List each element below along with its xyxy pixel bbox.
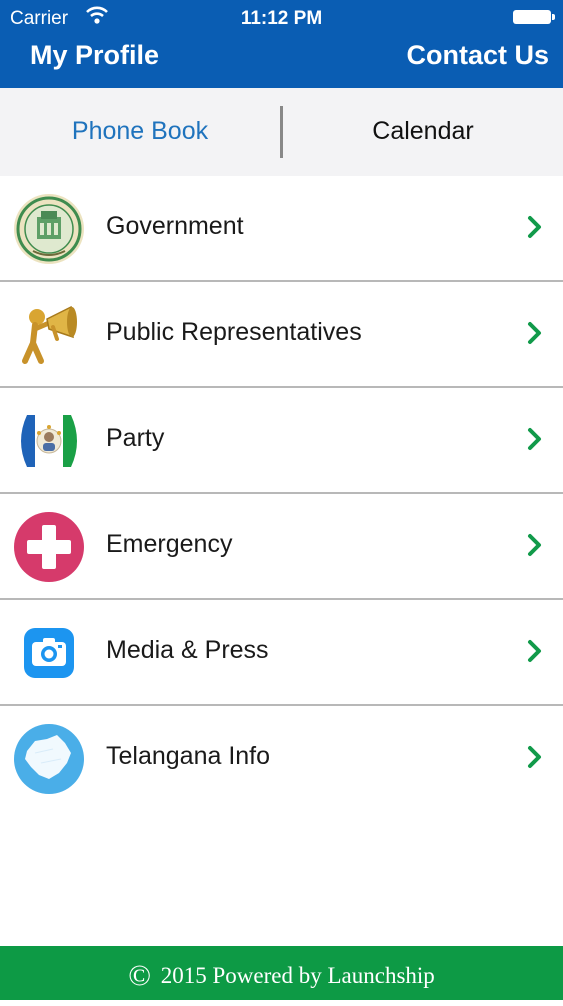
government-emblem-icon (14, 194, 84, 264)
state-map-icon (14, 724, 84, 794)
list-item-label: Party (106, 424, 165, 452)
top-bar: Carrier 11:12 PM My Profile Contact Us (0, 0, 563, 88)
battery-icon (513, 10, 555, 24)
status-time: 11:12 PM (240, 8, 323, 29)
camera-icon (24, 628, 74, 678)
list-item-media-press[interactable]: Media & Press (0, 600, 563, 706)
megaphone-figure-icon (22, 305, 77, 364)
list-item-label: Emergency (106, 530, 233, 558)
tab-phone-book[interactable]: Phone Book (0, 88, 280, 176)
chevron-right-icon (528, 746, 541, 768)
tab-calendar[interactable]: Calendar (283, 88, 563, 176)
contact-us-button[interactable]: Contact Us (406, 40, 549, 71)
chevron-right-icon (528, 216, 541, 238)
list-item-government[interactable]: Government (0, 176, 563, 282)
phone-book-list: Government Public Representatives Party … (0, 176, 563, 810)
footer-text: 2015 Powered by Launchship (160, 963, 435, 988)
status-bar: Carrier 11:12 PM (0, 0, 563, 38)
list-item-telangana-info[interactable]: Telangana Info (0, 706, 563, 810)
emergency-cross-icon (14, 512, 84, 582)
chevron-right-icon (528, 640, 541, 662)
list-item-emergency[interactable]: Emergency (0, 494, 563, 600)
list-item-label: Public Representatives (106, 318, 362, 346)
my-profile-button[interactable]: My Profile (30, 40, 159, 71)
chevron-right-icon (528, 534, 541, 556)
list-item-label: Media & Press (106, 636, 269, 664)
list-item-public-representatives[interactable]: Public Representatives (0, 282, 563, 388)
list-item-label: Government (106, 212, 244, 240)
footer: © 2015 Powered by Launchship (0, 946, 563, 1000)
chevron-right-icon (528, 428, 541, 450)
list-item-party[interactable]: Party (0, 388, 563, 494)
copyright-icon: © (128, 959, 151, 992)
tab-bar: Phone Book Calendar (0, 88, 563, 264)
party-flag-icon (15, 415, 83, 467)
list-item-label: Telangana Info (106, 742, 271, 770)
chevron-right-icon (528, 322, 541, 344)
